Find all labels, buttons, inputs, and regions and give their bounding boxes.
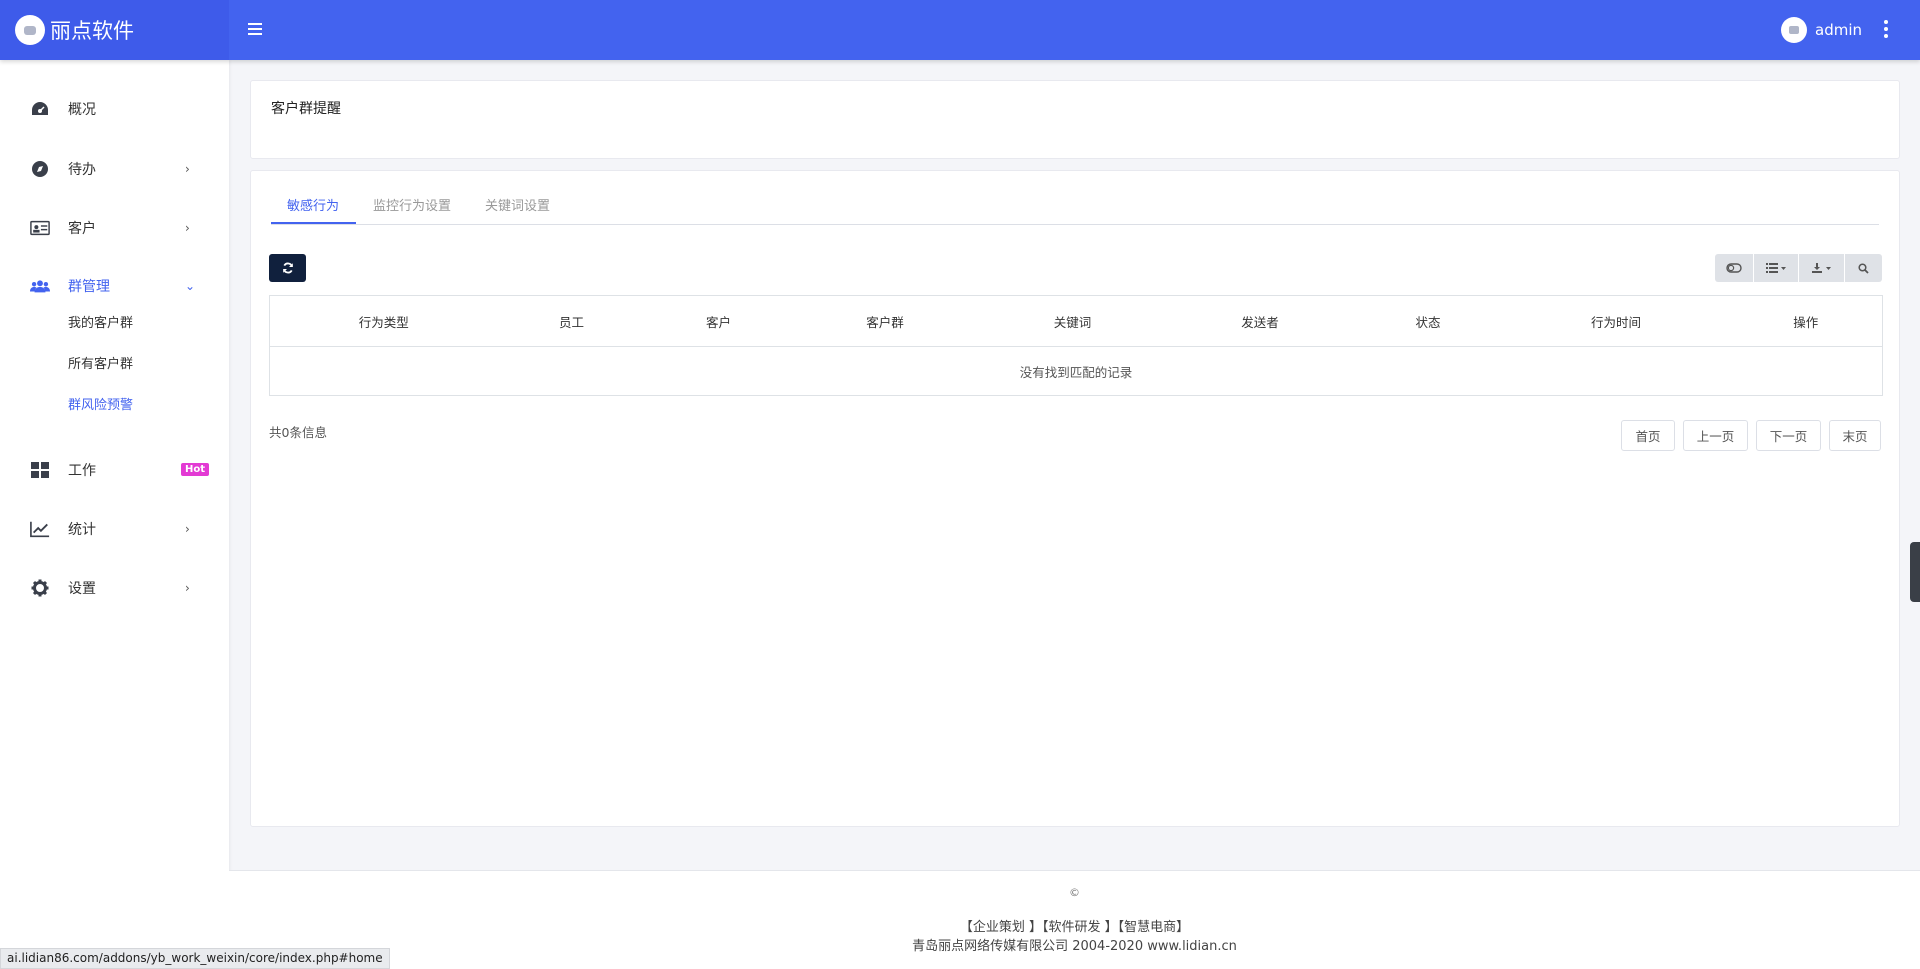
total-count: 共0条信息	[269, 425, 327, 440]
users-icon	[30, 276, 50, 296]
compass-icon	[30, 159, 50, 179]
sidebar-item-customers[interactable]: 客户 ›	[0, 208, 229, 248]
table-header-row: 行为类型 员工 客户 客户群 关键词 发送者 状态 行为时间 操作	[269, 295, 1883, 347]
chevron-right-icon: ›	[185, 221, 190, 235]
user-name: admin	[1815, 21, 1862, 39]
column-header[interactable]: 操作	[1729, 295, 1883, 347]
toggle-view-button[interactable]	[1715, 254, 1753, 282]
list-icon	[1766, 263, 1786, 273]
sidebar-item-label: 群管理	[68, 279, 110, 295]
column-header[interactable]: 客户	[645, 295, 792, 347]
column-header[interactable]: 员工	[497, 295, 646, 347]
column-header[interactable]: 状态	[1353, 295, 1503, 347]
sidebar-item-settings[interactable]: 设置 ›	[0, 568, 229, 608]
columns-button[interactable]	[1754, 254, 1798, 282]
table-row: 没有找到匹配的记录	[269, 346, 1883, 396]
avatar	[1781, 17, 1807, 43]
next-page-button[interactable]: 下一页	[1756, 420, 1821, 451]
sidebar-item-todo[interactable]: 待办 ›	[0, 149, 229, 189]
sidebar-item-label: 客户	[68, 221, 96, 237]
more-options-icon[interactable]	[1884, 20, 1890, 40]
page-title: 客户群提醒	[271, 101, 341, 117]
table-toolbar	[1715, 254, 1882, 282]
main-card: 敏感行为 监控行为设置 关键词设置 行为类型 员工 客户 客户群 关键词 发送者…	[250, 170, 1900, 827]
column-header[interactable]: 关键词	[978, 295, 1167, 347]
toggle-icon	[1726, 263, 1742, 273]
sidebar-item-label: 统计	[68, 522, 96, 538]
brand[interactable]: 丽点软件	[0, 0, 229, 60]
empty-message: 没有找到匹配的记录	[269, 346, 1883, 396]
sidebar-item-label: 设置	[68, 581, 96, 597]
chevron-down-icon: ⌄	[185, 279, 196, 293]
tab-sensitive-behavior[interactable]: 敏感行为	[287, 195, 339, 214]
brand-name: 丽点软件	[50, 19, 134, 43]
refresh-icon	[282, 262, 293, 274]
sidebar-subitem-all-groups[interactable]: 所有客户群	[68, 353, 133, 372]
sidebar: 概况 待办 › 客户 › 群管理 ⌄ 我的客户群 所有客户群 群风险预警 工作 …	[0, 60, 229, 969]
menu-toggle-icon[interactable]	[248, 20, 262, 40]
footer-links[interactable]: 【企业策划 】【软件研发 】【智慧电商】	[229, 916, 1920, 935]
first-page-button[interactable]: 首页	[1621, 420, 1675, 451]
tab-bar: 敏感行为 监控行为设置 关键词设置	[271, 183, 1879, 225]
gear-icon	[30, 578, 50, 598]
browser-status-url: ai.lidian86.com/addons/yb_work_weixin/co…	[0, 948, 390, 969]
sidebar-item-statistics[interactable]: 统计 ›	[0, 509, 229, 549]
column-header[interactable]: 发送者	[1166, 295, 1354, 347]
download-icon	[1811, 263, 1831, 273]
sidebar-item-work[interactable]: 工作 Hot	[0, 450, 229, 490]
sidebar-item-overview[interactable]: 概况	[0, 89, 229, 129]
top-header: 丽点软件 admin	[0, 0, 1920, 60]
pagination: 首页 上一页 下一页 末页	[1613, 420, 1881, 451]
copyright: ©	[1069, 886, 1080, 899]
page-header-card: 客户群提醒	[250, 80, 1900, 159]
active-tab-indicator	[271, 222, 356, 224]
id-card-icon	[30, 218, 50, 238]
grid-icon	[30, 460, 50, 480]
search-button[interactable]	[1845, 254, 1882, 282]
sidebar-item-group-management[interactable]: 群管理 ⌄	[0, 266, 229, 306]
chevron-right-icon: ›	[185, 522, 190, 536]
column-header[interactable]: 行为类型	[269, 295, 498, 347]
chevron-right-icon: ›	[185, 581, 190, 595]
side-drawer-handle[interactable]	[1910, 542, 1920, 602]
refresh-button[interactable]	[269, 254, 306, 282]
sidebar-item-label: 待办	[68, 162, 96, 178]
company-info: 青岛丽点网络传媒有限公司 2004-2020 www.lidian.cn	[912, 939, 1237, 954]
column-header[interactable]: 客户群	[791, 295, 979, 347]
logo-icon	[15, 15, 45, 45]
footer: © 【企业策划 】【软件研发 】【智慧电商】 青岛丽点网络传媒有限公司 2004…	[229, 870, 1920, 969]
export-button[interactable]	[1799, 254, 1844, 282]
column-header[interactable]: 行为时间	[1502, 295, 1730, 347]
line-chart-icon	[30, 519, 50, 539]
sidebar-item-label: 工作	[68, 463, 96, 479]
tab-keyword-settings[interactable]: 关键词设置	[485, 195, 550, 214]
hot-badge: Hot	[180, 463, 209, 476]
sidebar-item-label: 概况	[68, 102, 96, 118]
dashboard-icon	[30, 99, 50, 119]
sidebar-subitem-group-risk-alert[interactable]: 群风险预警	[68, 394, 133, 413]
prev-page-button[interactable]: 上一页	[1683, 420, 1748, 451]
chevron-right-icon: ›	[185, 162, 190, 176]
sidebar-subitem-my-groups[interactable]: 我的客户群	[68, 312, 133, 331]
last-page-button[interactable]: 末页	[1829, 420, 1881, 451]
user-menu[interactable]: admin	[1781, 17, 1862, 43]
tab-monitor-settings[interactable]: 监控行为设置	[373, 195, 451, 214]
data-table: 行为类型 员工 客户 客户群 关键词 发送者 状态 行为时间 操作 没有找到匹配…	[269, 295, 1883, 396]
search-icon	[1858, 262, 1869, 274]
